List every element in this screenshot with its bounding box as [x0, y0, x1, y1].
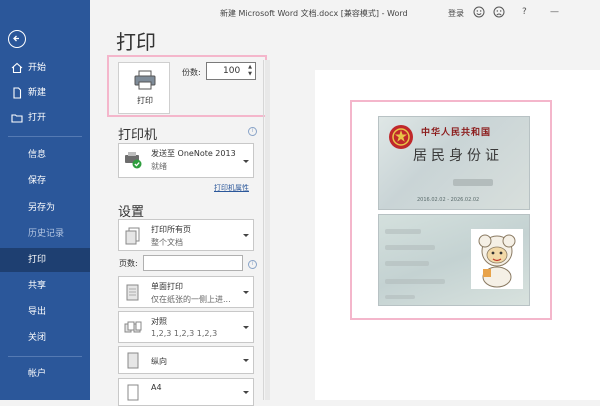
- paper-icon: [127, 384, 139, 401]
- settings-scrollbar[interactable]: [265, 60, 270, 400]
- sidebar-item-label: 帐户: [28, 369, 47, 379]
- info-icon[interactable]: i: [248, 260, 257, 269]
- smiley-icon[interactable]: [473, 6, 485, 18]
- printer-icon: [134, 70, 156, 90]
- window-title: 新建 Microsoft Word 文档.docx [兼容模式] - Word: [220, 9, 408, 18]
- pages-input[interactable]: [143, 255, 243, 271]
- portrait-icon: [127, 352, 139, 369]
- print-range-label: 打印所有页: [151, 225, 191, 234]
- sidebar-item-label: 开始: [28, 63, 47, 73]
- paper-size-dropdown[interactable]: A4: [118, 378, 254, 406]
- pages-icon: [125, 227, 140, 245]
- sidebar-divider: [8, 356, 82, 357]
- print-button[interactable]: 打印: [118, 62, 170, 114]
- panel-divider: [263, 60, 264, 400]
- id-card-title: 居民身份证: [413, 148, 503, 164]
- sidebar-item-print[interactable]: 打印: [0, 248, 90, 272]
- paper-size-label: A4: [151, 383, 162, 392]
- national-emblem-icon: [389, 125, 413, 149]
- login-link[interactable]: 登录: [448, 8, 464, 19]
- copies-label: 份数:: [182, 68, 201, 77]
- sidebar-item-label: 另存为: [28, 203, 56, 213]
- info-icon[interactable]: i: [248, 127, 257, 136]
- sidebar-item-label: 保存: [28, 176, 47, 186]
- sidebar-item-account[interactable]: 帐户: [0, 362, 90, 386]
- minimize-button[interactable]: —: [550, 7, 559, 17]
- back-arrow-icon[interactable]: [8, 30, 26, 48]
- redacted-field: [453, 179, 493, 186]
- cartoon-sheep-image: [471, 229, 523, 289]
- open-folder-icon: [11, 114, 23, 123]
- collate-dropdown[interactable]: 对照 1,2,3 1,2,3 1,2,3: [118, 311, 254, 343]
- sidebar-item-save-as[interactable]: 另存为: [0, 196, 90, 220]
- sides-dropdown[interactable]: 单面打印 仅在纸张的一侧上进...: [118, 276, 254, 308]
- redacted-field: [385, 245, 435, 250]
- title-bar: 新建 Microsoft Word 文档.docx [兼容模式] - Word …: [90, 0, 600, 26]
- collate-label: 对照: [151, 317, 167, 326]
- collate-sub: 1,2,3 1,2,3 1,2,3: [151, 329, 218, 338]
- frown-icon[interactable]: [493, 6, 505, 18]
- copies-spinner[interactable]: ▲ ▼: [248, 64, 252, 78]
- collate-icon: [124, 321, 142, 333]
- redacted-field: [385, 295, 415, 299]
- pages-label: 页数:: [119, 259, 138, 268]
- sidebar-item-label: 历史记录: [28, 229, 65, 239]
- printer-section-title: 打印机: [118, 128, 158, 143]
- new-document-icon: [13, 87, 22, 99]
- redacted-field: [385, 279, 445, 284]
- orientation-label: 纵向: [151, 357, 167, 366]
- sides-sub: 仅在纸张的一侧上进...: [151, 295, 231, 304]
- sidebar-item-save[interactable]: 保存: [0, 169, 90, 193]
- sidebar-item-label: 打印: [28, 255, 47, 265]
- page-title: 打印: [116, 30, 156, 54]
- sides-label: 单面打印: [151, 282, 183, 291]
- printer-properties-link[interactable]: 打印机属性: [214, 183, 249, 193]
- printer-name: 发送至 OneNote 2013: [151, 149, 236, 158]
- sidebar-item-label: 打开: [28, 113, 47, 123]
- redacted-field: [385, 229, 421, 234]
- orientation-dropdown[interactable]: 纵向: [118, 346, 254, 374]
- sidebar-item-open[interactable]: 打开: [0, 106, 90, 130]
- backstage-sidebar: 开始 新建 打开 信息 保存 另存为 历史记录 打印 共享 导出 关闭 帐户: [0, 0, 90, 400]
- sidebar-item-close[interactable]: 关闭: [0, 326, 90, 350]
- printer-status: 就绪: [151, 162, 167, 171]
- single-sided-icon: [126, 284, 139, 301]
- sidebar-item-home[interactable]: 开始: [0, 56, 90, 80]
- chevron-down-icon: [243, 234, 249, 237]
- sidebar-item-new[interactable]: 新建: [0, 81, 90, 105]
- id-card-front-image: 中华人民共和国 居民身份证 2016.02.02 - 2026.02.02: [378, 116, 530, 210]
- copies-value: 100: [223, 66, 241, 76]
- sidebar-item-label: 新建: [28, 88, 47, 98]
- id-card-back-image: [378, 214, 530, 306]
- copies-input[interactable]: 100 ▲ ▼: [206, 62, 256, 80]
- redacted-field: [385, 261, 429, 266]
- chevron-down-icon: [243, 359, 249, 362]
- sidebar-divider: [8, 136, 82, 137]
- sidebar-item-history[interactable]: 历史记录: [0, 222, 90, 246]
- help-button[interactable]: ?: [522, 7, 527, 17]
- id-card-validity: 2016.02.02 - 2026.02.02: [417, 197, 480, 203]
- printer-ready-icon: [125, 152, 142, 169]
- sidebar-item-label: 关闭: [28, 333, 47, 343]
- id-card-country: 中华人民共和国: [421, 128, 492, 138]
- sidebar-item-label: 导出: [28, 307, 47, 317]
- print-range-sub: 整个文档: [151, 238, 183, 247]
- chevron-down-icon: [243, 160, 249, 163]
- chevron-down-icon: [243, 291, 249, 294]
- chevron-down-icon: [243, 391, 249, 394]
- print-range-dropdown[interactable]: 打印所有页 整个文档: [118, 219, 254, 251]
- sidebar-item-label: 信息: [28, 150, 47, 160]
- sidebar-item-info[interactable]: 信息: [0, 143, 90, 167]
- home-icon: [11, 62, 23, 74]
- print-button-label: 打印: [137, 96, 153, 105]
- sidebar-item-share[interactable]: 共享: [0, 274, 90, 298]
- sidebar-item-export[interactable]: 导出: [0, 300, 90, 324]
- printer-dropdown[interactable]: 发送至 OneNote 2013 就绪: [118, 143, 254, 178]
- sidebar-item-label: 共享: [28, 281, 47, 291]
- settings-section-title: 设置: [118, 205, 145, 220]
- chevron-down-icon: [243, 326, 249, 329]
